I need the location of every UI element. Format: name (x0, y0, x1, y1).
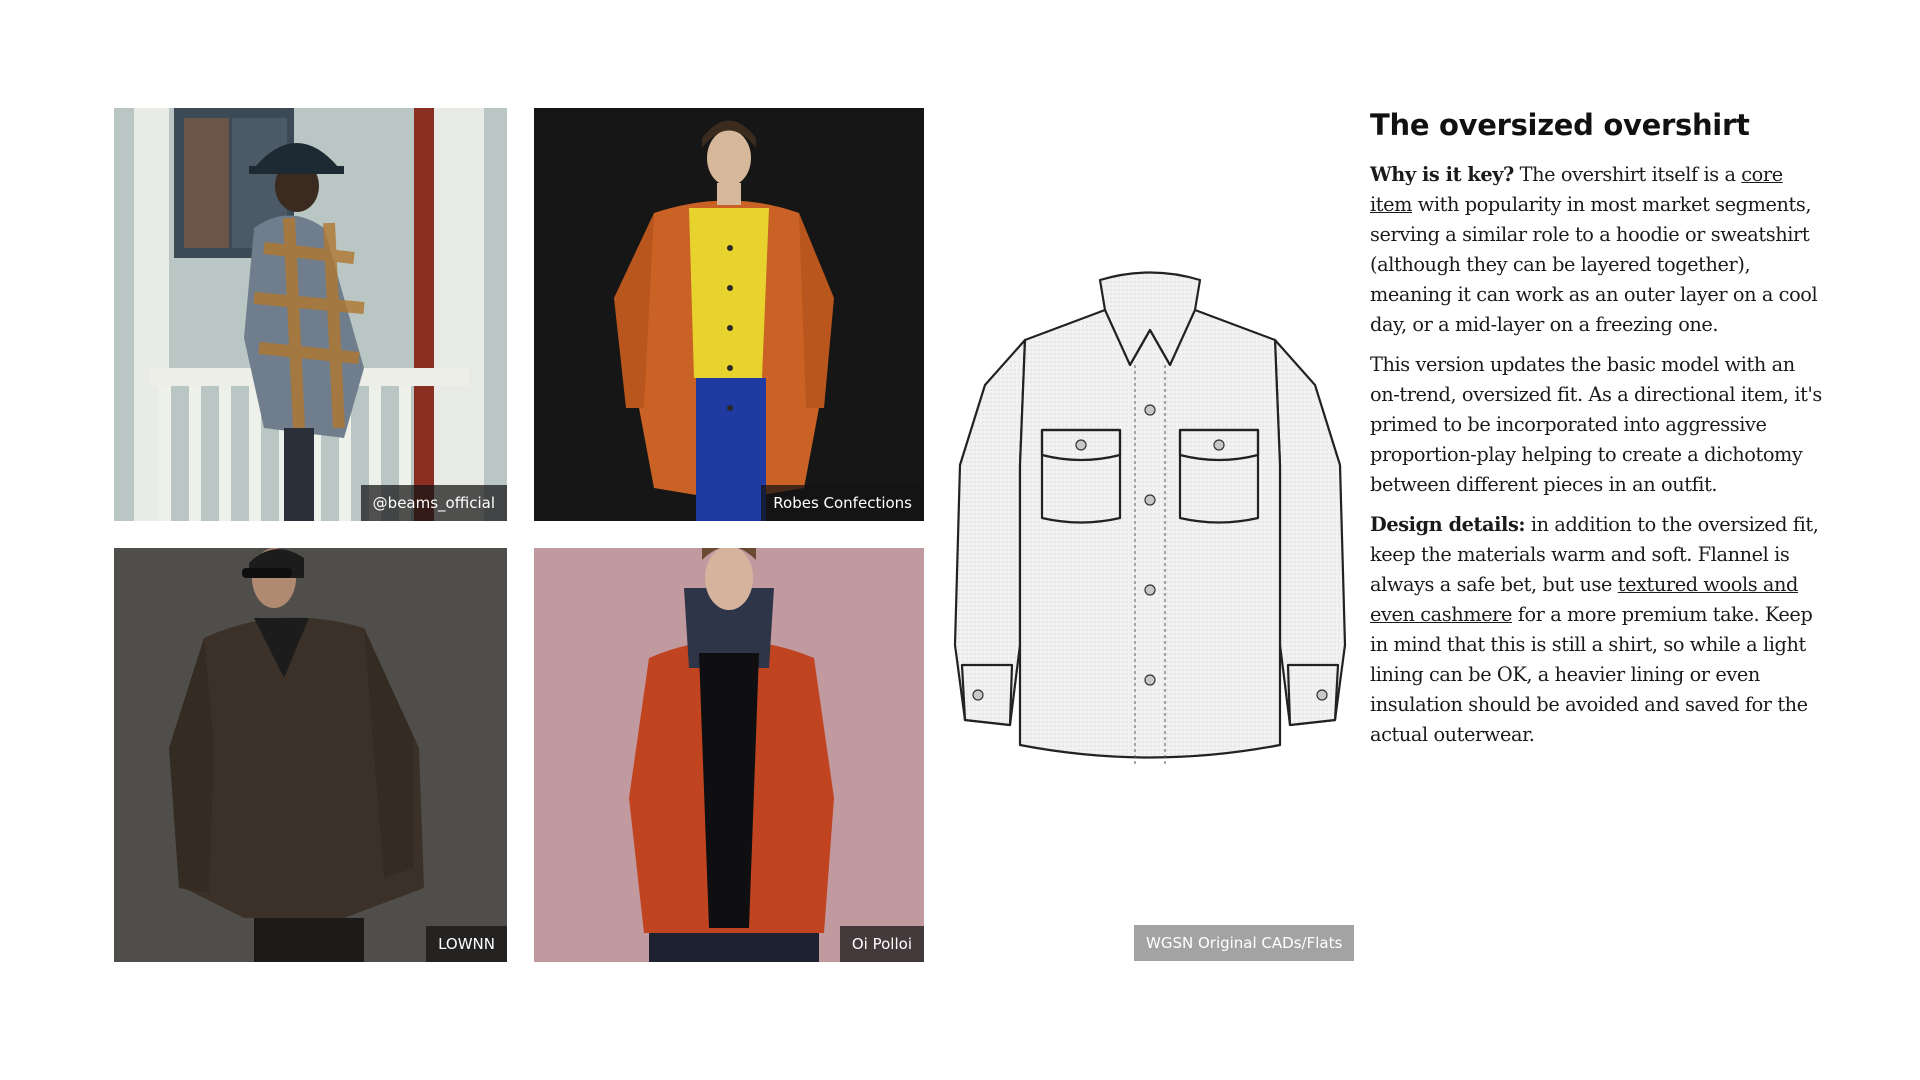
article-title: The oversized overshirt (1370, 108, 1750, 142)
article-text: The oversized overshirt Why is it key? T… (1370, 108, 1825, 760)
photo-beams-official: @beams_official (114, 108, 507, 521)
red-waffle-overshirt-photo (534, 548, 924, 962)
brown-tweed-overshirt-photo (114, 548, 507, 962)
overshirt-flat-drawing (953, 271, 1347, 765)
orange-overshirt-photo (534, 108, 924, 521)
plaid-jacket-photo (114, 108, 507, 521)
paragraph-design-details: Design details: in addition to the overs… (1370, 510, 1825, 750)
photo-oi-polloi: Oi Polloi (534, 548, 924, 962)
why-key-lead: Why is it key? (1370, 163, 1514, 186)
photo-credit-caption: LOWNN (426, 926, 507, 962)
design-details-lead: Design details: (1370, 513, 1526, 536)
photo-credit-caption: Oi Polloi (839, 926, 924, 962)
photo-robes-confections: Robes Confections (534, 108, 924, 521)
photo-credit-caption: @beams_official (360, 485, 507, 521)
paragraph-why-key: Why is it key? The overshirt itself is a… (1370, 160, 1825, 340)
paragraph-version-update: This version updates the basic model wit… (1370, 353, 1822, 496)
paragraph-text: The overshirt itself is a (1513, 163, 1742, 186)
photo-lownn: LOWNN (114, 548, 507, 962)
flat-credit-caption: WGSN Original CADs/Flats (1134, 925, 1355, 961)
photo-credit-caption: Robes Confections (761, 485, 924, 521)
paragraph-text: with popularity in most market segments,… (1370, 193, 1818, 336)
